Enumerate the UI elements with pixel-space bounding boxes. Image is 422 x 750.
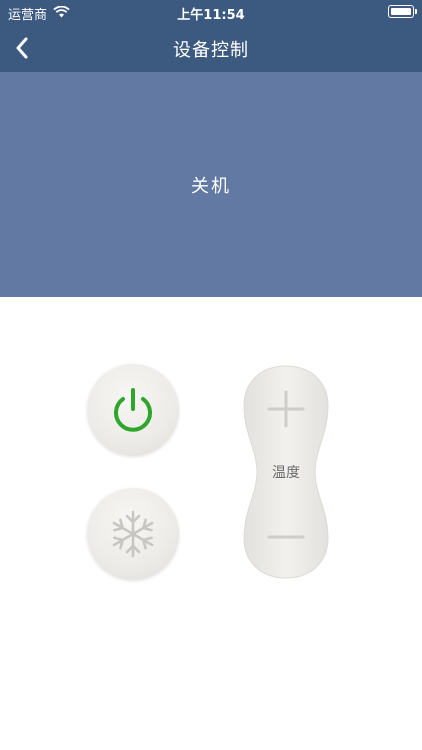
top-bar: 运营商 上午11:54 设备控制 bbox=[0, 0, 422, 72]
battery-icon bbox=[388, 5, 417, 18]
temperature-up-button[interactable] bbox=[259, 386, 313, 432]
status-bar: 运营商 上午11:54 bbox=[0, 0, 422, 24]
plus-icon bbox=[267, 390, 305, 428]
page-title: 设备控制 bbox=[173, 40, 249, 61]
temperature-control: 温度 bbox=[243, 364, 329, 580]
temperature-label: 温度 bbox=[272, 465, 300, 481]
power-button[interactable] bbox=[87, 364, 179, 456]
mode-button[interactable] bbox=[87, 488, 179, 580]
snowflake-icon bbox=[112, 510, 154, 558]
status-time: 上午11:54 bbox=[177, 8, 245, 23]
power-icon bbox=[114, 388, 152, 432]
device-status-panel: 关机 bbox=[0, 72, 422, 297]
nav-bar: 设备控制 bbox=[0, 24, 422, 72]
minus-icon bbox=[267, 535, 305, 539]
device-state-text: 关机 bbox=[191, 175, 231, 197]
temperature-down-button[interactable] bbox=[259, 514, 313, 560]
